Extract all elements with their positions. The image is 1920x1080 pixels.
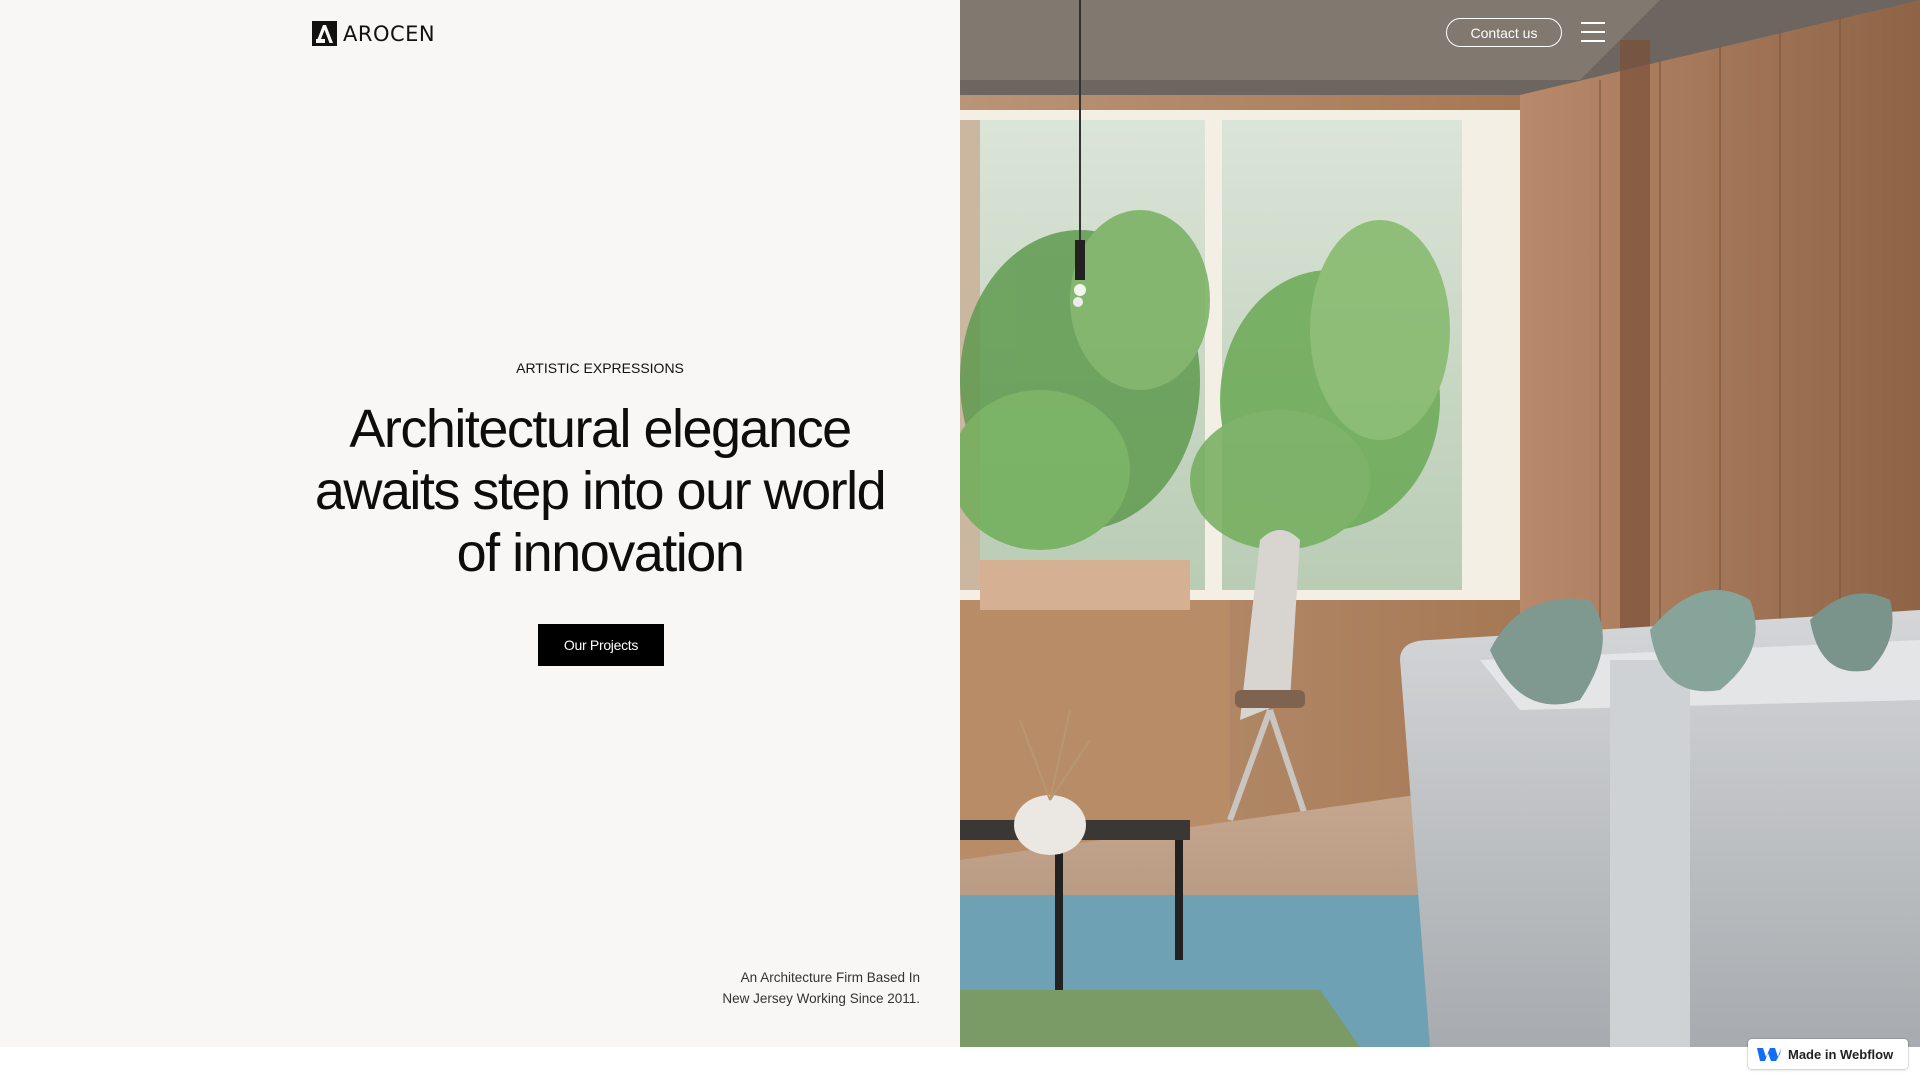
bottom-strip xyxy=(0,1047,1920,1080)
contact-us-button[interactable]: Contact us xyxy=(1446,18,1562,47)
tagline-line: New Jersey Working Since 2011. xyxy=(722,991,920,1006)
our-projects-button[interactable]: Our Projects xyxy=(538,624,664,666)
headline-line: Architectural elegance xyxy=(349,399,852,459)
hero-image xyxy=(960,0,1920,1047)
made-in-webflow-badge[interactable]: Made in Webflow xyxy=(1748,1039,1908,1069)
hamburger-menu-icon[interactable] xyxy=(1581,21,1605,43)
firm-tagline: An Architecture Firm Based In New Jersey… xyxy=(620,967,920,1009)
brand-name: AROCEN xyxy=(343,21,436,46)
brand-logo[interactable]: AROCEN xyxy=(312,21,435,46)
webflow-badge-label: Made in Webflow xyxy=(1788,1046,1894,1062)
webflow-logo-icon xyxy=(1757,1048,1781,1061)
headline-line: of innovation xyxy=(456,523,745,583)
hero-eyebrow: ARTISTIC EXPRESSIONS xyxy=(516,360,684,376)
tagline-line: An Architecture Firm Based In xyxy=(740,970,920,985)
headline-line: awaits step into our world xyxy=(314,461,887,521)
hero-headline: Architectural elegance awaits step into … xyxy=(270,398,930,584)
interior-photo xyxy=(960,0,1920,1047)
arocen-a-mark-icon xyxy=(312,21,337,46)
